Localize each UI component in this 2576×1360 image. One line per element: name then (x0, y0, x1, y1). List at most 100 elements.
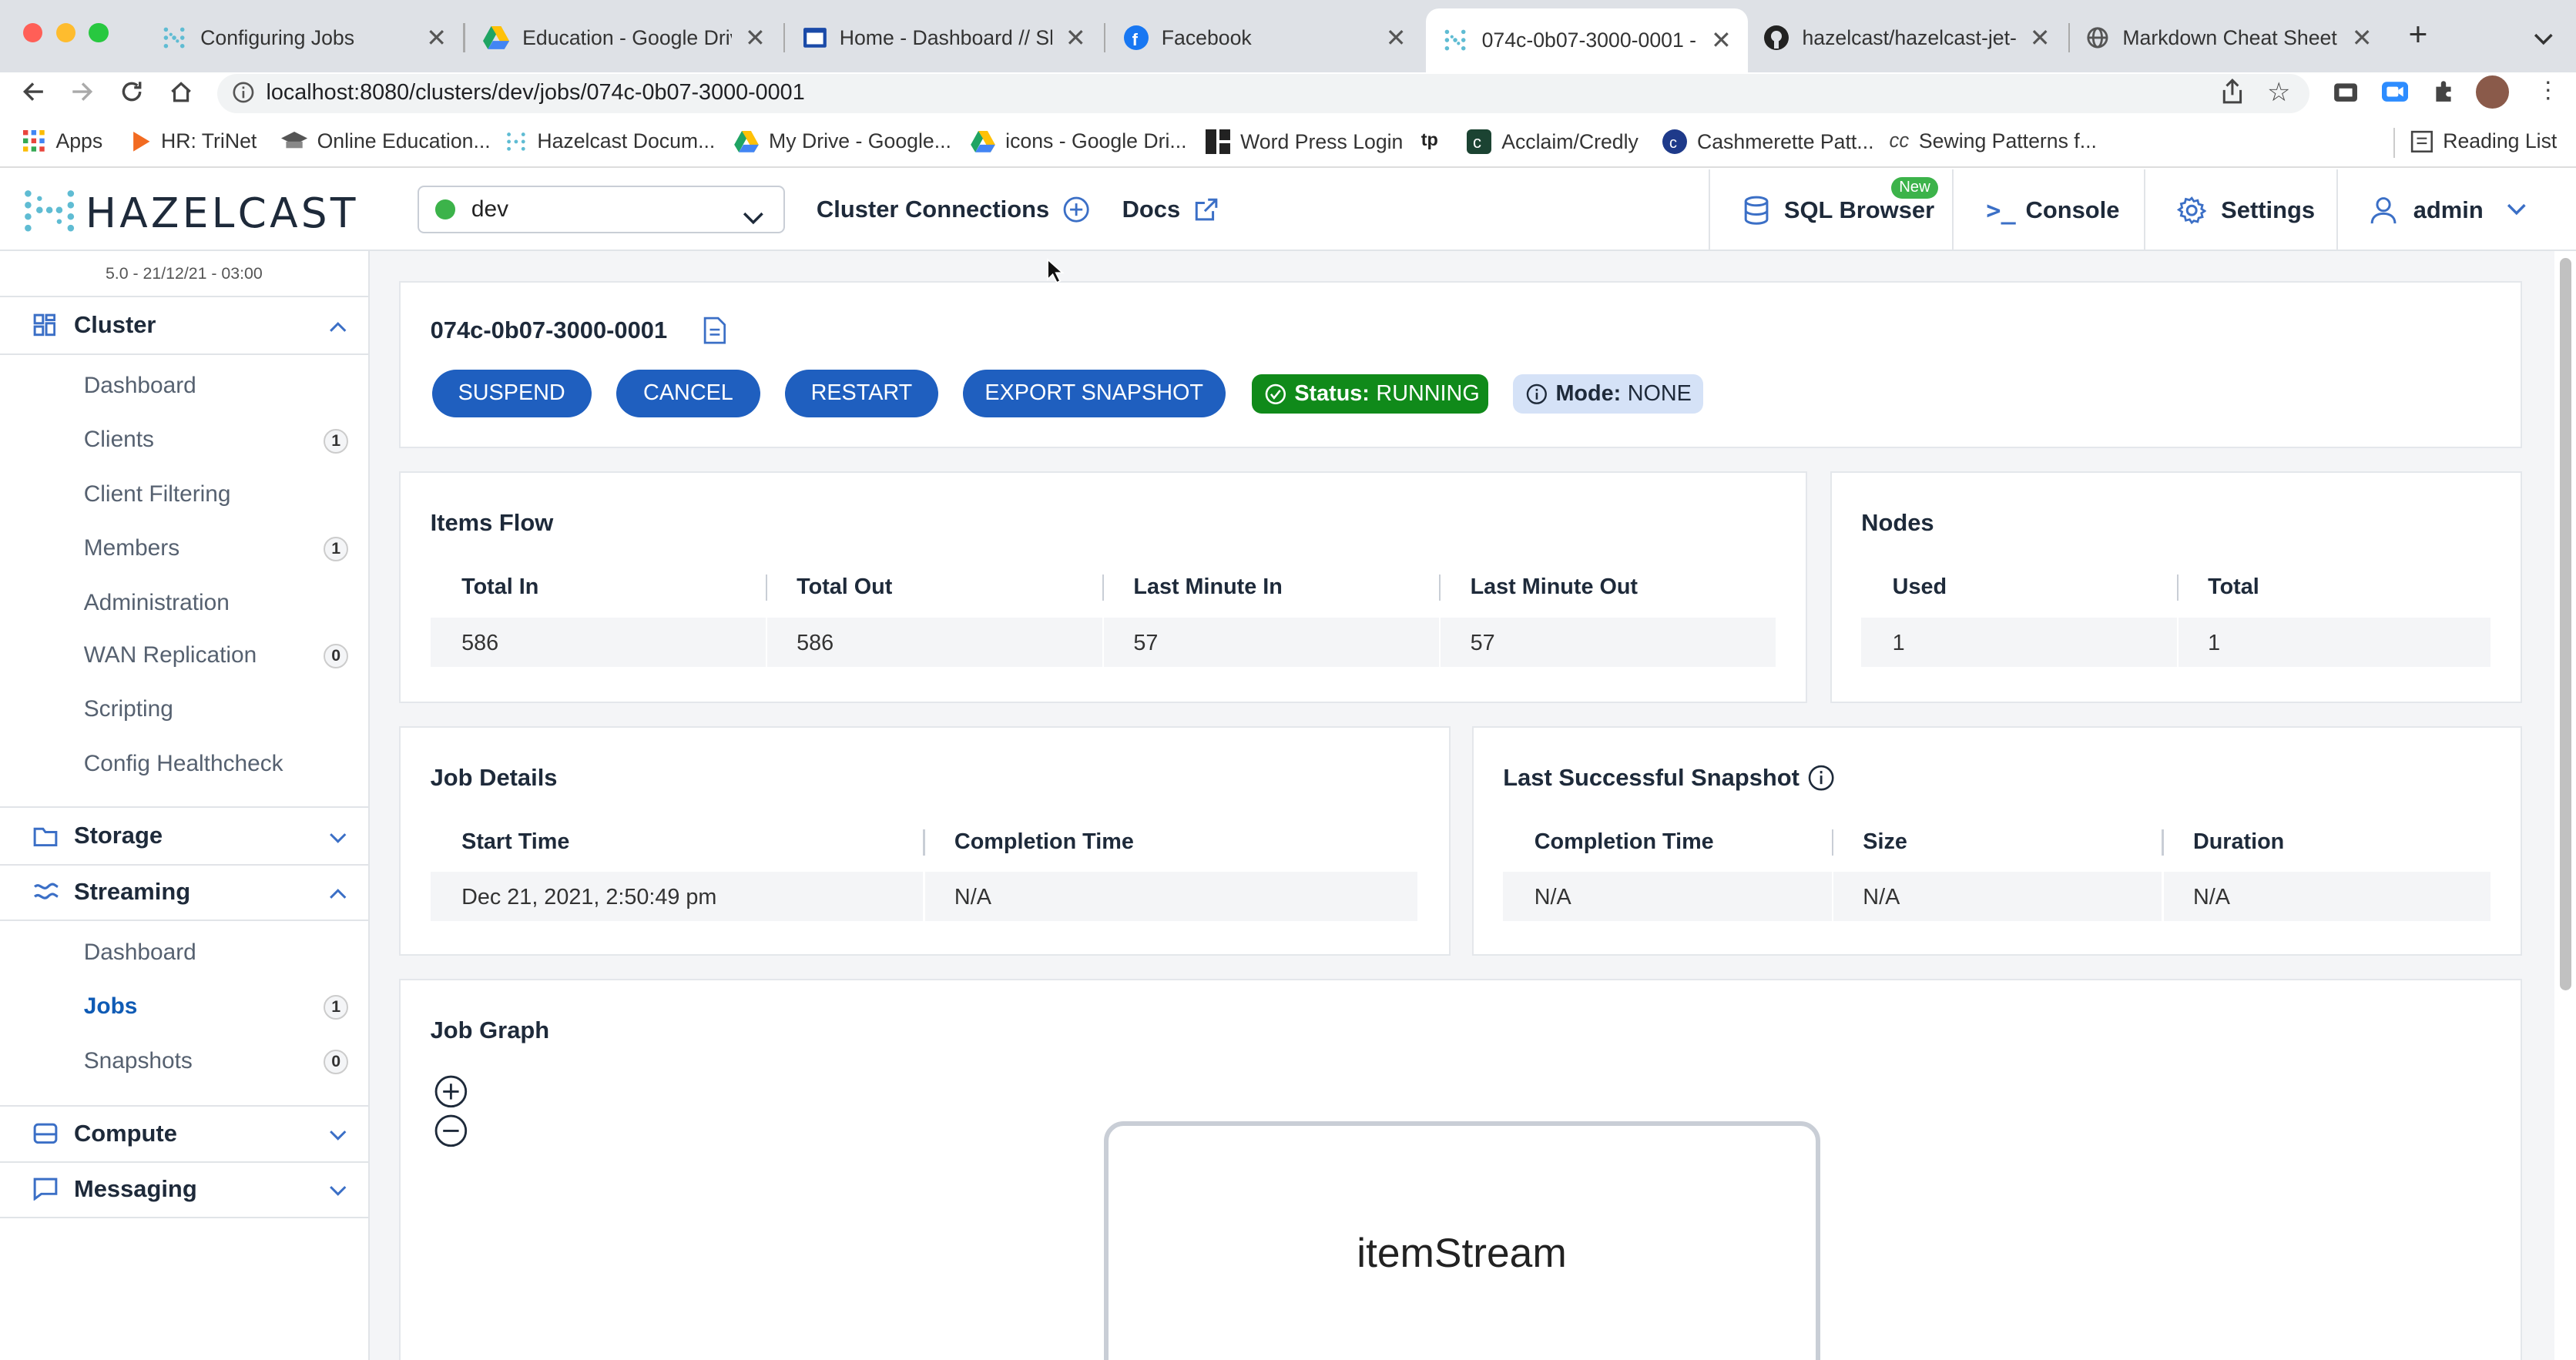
sidebar-item-snapshots[interactable]: Snapshots 0 (84, 1048, 355, 1074)
bookmark-star-icon[interactable]: ☆ (2267, 77, 2291, 108)
sidebar-item-clients[interactable]: Clients 1 (84, 427, 355, 454)
sql-browser-button[interactable]: SQL Browser New (1708, 169, 1952, 252)
bookmark-trinet[interactable]: HR: TriNet (132, 129, 257, 153)
bookmark-typekit[interactable]: tp (1421, 129, 1438, 150)
new-tab-plus-icon[interactable]: + (2408, 16, 2427, 54)
chevron-up-icon (329, 878, 347, 906)
sidebar-item-config-healthcheck[interactable]: Config Healthcheck (84, 751, 355, 777)
sidebar-item-jobs[interactable]: Jobs 1 (84, 993, 355, 1020)
table-cell: 586 (797, 630, 834, 655)
graph-node[interactable]: itemStream (1103, 1121, 1820, 1360)
bookmark-label: Apps (55, 129, 103, 153)
new-badge: New (1890, 177, 1939, 199)
reload-icon[interactable] (119, 79, 145, 112)
sidebar-item-cluster-dashboard[interactable]: Dashboard (84, 373, 355, 399)
extension-icon[interactable] (2333, 79, 2359, 112)
window-close-button[interactable] (22, 22, 43, 43)
count-badge: 1 (324, 995, 349, 1020)
browser-tab[interactable]: hazelcast/hazelcast-jet-t ✕ (1748, 10, 2067, 66)
education-icon (280, 132, 307, 152)
table-cell: Dec 21, 2021, 2:50:49 pm (461, 885, 717, 910)
globe-favicon (2086, 26, 2109, 49)
sidebar-item-members[interactable]: Members 1 (84, 535, 355, 562)
sidebar-section-messaging[interactable]: Messaging (0, 1161, 368, 1218)
hazelcast-logo[interactable]: HAZELCAST (23, 189, 359, 238)
cancel-button[interactable]: CANCEL (615, 369, 761, 417)
docs-link[interactable]: Docs (1122, 196, 1220, 223)
console-button[interactable]: >_ Console (1951, 169, 2145, 252)
site-info-icon[interactable] (232, 80, 255, 110)
sql-browser-label: SQL Browser (1783, 196, 1935, 223)
sidebar-item-streaming-dashboard[interactable]: Dashboard (84, 940, 355, 966)
browser-menu-icon[interactable]: ⋮ (2537, 77, 2560, 104)
suspend-button[interactable]: SUSPEND (431, 369, 592, 417)
trinet-icon (132, 132, 152, 152)
profile-avatar[interactable] (2475, 75, 2509, 109)
tab-search-chevron-icon[interactable] (2534, 23, 2554, 53)
browser-tab[interactable]: Home - Dashboard // Skil ✕ (787, 10, 1102, 66)
table-cell: N/A (954, 885, 991, 910)
tab-close-icon[interactable]: ✕ (1711, 25, 1732, 55)
forward-arrow-icon[interactable] (69, 79, 96, 112)
bookmark-icons-drive[interactable]: icons - Google Dri... (971, 129, 1187, 153)
bookmark-apps[interactable]: Apps (22, 129, 103, 153)
bookmark-wordpress[interactable]: Word Press Login (1206, 129, 1403, 155)
browser-tab[interactable]: Configuring Jobs ✕ (145, 10, 464, 66)
browser-tab[interactable]: f Facebook ✕ (1107, 10, 1422, 66)
sidebar-item-client-filtering[interactable]: Client Filtering (84, 481, 355, 507)
sidebar-item-scripting[interactable]: Scripting (84, 696, 355, 722)
tab-title: Facebook (1161, 25, 1252, 49)
sidebar-section-storage[interactable]: Storage (0, 808, 368, 864)
table-header: Used (1892, 574, 1947, 600)
tab-close-icon[interactable]: ✕ (1386, 23, 1407, 52)
browser-tab-active[interactable]: 074c-0b07-3000-0001 - ✕ (1426, 8, 1749, 72)
reading-list[interactable]: Reading List (2410, 129, 2557, 153)
url-text[interactable]: localhost:8080/clusters/dev/jobs/074c-0b… (266, 80, 804, 106)
copy-document-icon[interactable] (703, 317, 726, 351)
sidebar-section-cluster[interactable]: Cluster (0, 297, 368, 353)
share-icon[interactable] (2221, 79, 2244, 112)
window-maximize-button[interactable] (89, 22, 109, 43)
bookmark-sewing[interactable]: cc Sewing Patterns f... (1890, 129, 2097, 153)
browser-tab[interactable]: Education - Google Drive ✕ (467, 10, 782, 66)
tab-close-icon[interactable]: ✕ (2030, 23, 2051, 52)
cluster-connections-link[interactable]: Cluster Connections (817, 196, 1091, 223)
hazelcast-icon (505, 130, 528, 153)
window-minimize-button[interactable] (55, 22, 76, 43)
restart-button[interactable]: RESTART (785, 369, 938, 417)
page-scrollbar[interactable] (2556, 251, 2576, 1360)
chevron-down-icon (2507, 203, 2527, 216)
browser-tab[interactable]: Markdown Cheat Sheet ✕ (2070, 10, 2389, 66)
tab-close-icon[interactable]: ✕ (2352, 23, 2373, 52)
puzzle-extensions-icon[interactable] (2431, 79, 2457, 112)
tab-close-icon[interactable]: ✕ (426, 23, 447, 52)
sidebar-item-administration[interactable]: Administration (84, 590, 355, 616)
tab-title: Markdown Cheat Sheet (2122, 25, 2337, 49)
zoom-extension-icon[interactable] (2382, 79, 2409, 112)
tab-close-icon[interactable]: ✕ (745, 23, 766, 52)
snapshot-card: Last Successful Snapshot Completion Time… (1471, 725, 2522, 956)
back-arrow-icon[interactable] (20, 79, 46, 112)
zoom-in-icon[interactable] (434, 1074, 468, 1116)
zoom-out-icon[interactable] (434, 1114, 468, 1155)
user-menu[interactable]: admin (2336, 169, 2540, 252)
sidebar-item-wan-replication[interactable]: WAN Replication 0 (84, 642, 355, 668)
job-details-card: Job Details Start Time Completion Time D… (399, 725, 1451, 956)
bookmark-credly[interactable]: c Acclaim/Credly (1467, 129, 1639, 155)
sidebar-section-streaming[interactable]: Streaming (0, 864, 368, 920)
scrollbar-thumb[interactable] (2559, 257, 2571, 990)
bookmark-cashmerette[interactable]: c Cashmerette Patt... (1662, 129, 1874, 155)
sewing-icon: cc (1889, 130, 1910, 152)
items-flow-card: Items Flow Total In Total Out Last Minut… (399, 471, 1807, 703)
home-icon[interactable] (168, 79, 194, 112)
info-icon[interactable] (1807, 764, 1835, 799)
cluster-name: dev (471, 196, 509, 222)
bookmark-online-education[interactable]: Online Education... (280, 129, 491, 153)
sidebar-section-compute[interactable]: Compute (0, 1105, 368, 1161)
cluster-select[interactable]: dev (417, 185, 786, 233)
export-snapshot-button[interactable]: EXPORT SNAPSHOT (962, 369, 1226, 417)
bookmark-hazelcast-docs[interactable]: Hazelcast Docum... (505, 129, 715, 153)
bookmark-my-drive[interactable]: My Drive - Google... (734, 129, 951, 153)
tab-close-icon[interactable]: ✕ (1065, 23, 1086, 52)
settings-button[interactable]: Settings (2144, 169, 2336, 252)
